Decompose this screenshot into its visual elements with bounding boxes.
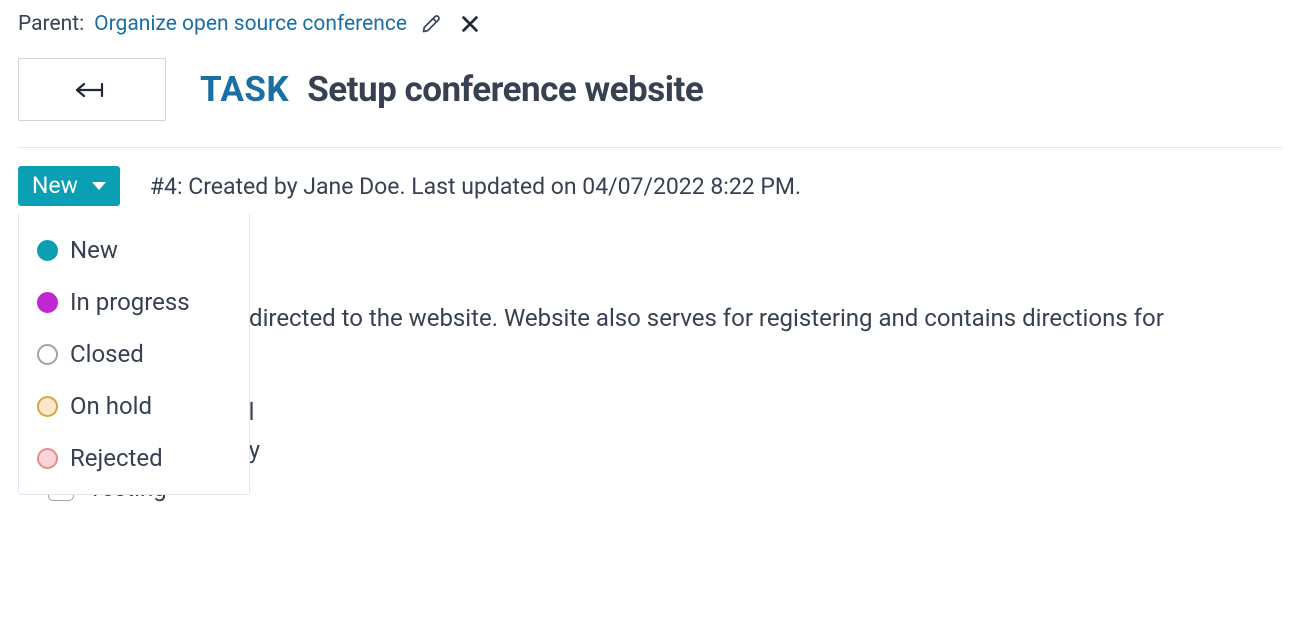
page-title: Setup conference website xyxy=(307,69,703,110)
status-option-label: New xyxy=(70,236,118,264)
close-icon[interactable] xyxy=(459,13,481,35)
status-option-on-hold[interactable]: On hold xyxy=(19,380,249,432)
status-current-label: New xyxy=(32,172,78,199)
status-option-rejected[interactable]: Rejected xyxy=(19,432,249,484)
record-type-label: TASK xyxy=(200,69,289,110)
breadcrumb-parent: Parent: Organize open source conference xyxy=(18,12,1282,36)
status-option-label: On hold xyxy=(70,392,152,420)
status-dropdown-button[interactable]: New xyxy=(18,166,120,206)
divider xyxy=(18,147,1282,148)
back-button[interactable] xyxy=(18,58,166,121)
status-option-label: Closed xyxy=(70,340,144,368)
status-dot-icon xyxy=(37,396,58,417)
record-meta: #4: Created by Jane Doe. Last updated on… xyxy=(150,173,801,200)
chevron-down-icon xyxy=(92,182,106,190)
status-dot-icon xyxy=(37,448,58,469)
status-dot-icon xyxy=(37,292,58,313)
status-dot-icon xyxy=(37,344,58,365)
status-option-closed[interactable]: Closed xyxy=(19,328,249,380)
status-dot-icon xyxy=(37,240,58,261)
parent-link[interactable]: Organize open source conference xyxy=(94,12,407,36)
status-option-in-progress[interactable]: In progress xyxy=(19,276,249,328)
status-dropdown-menu: New In progress Closed On hold Rejected xyxy=(18,214,250,495)
edit-icon[interactable] xyxy=(421,14,441,34)
status-option-new[interactable]: New xyxy=(19,224,249,276)
status-option-label: Rejected xyxy=(70,444,163,472)
parent-label: Parent: xyxy=(18,12,84,36)
status-option-label: In progress xyxy=(70,288,190,316)
